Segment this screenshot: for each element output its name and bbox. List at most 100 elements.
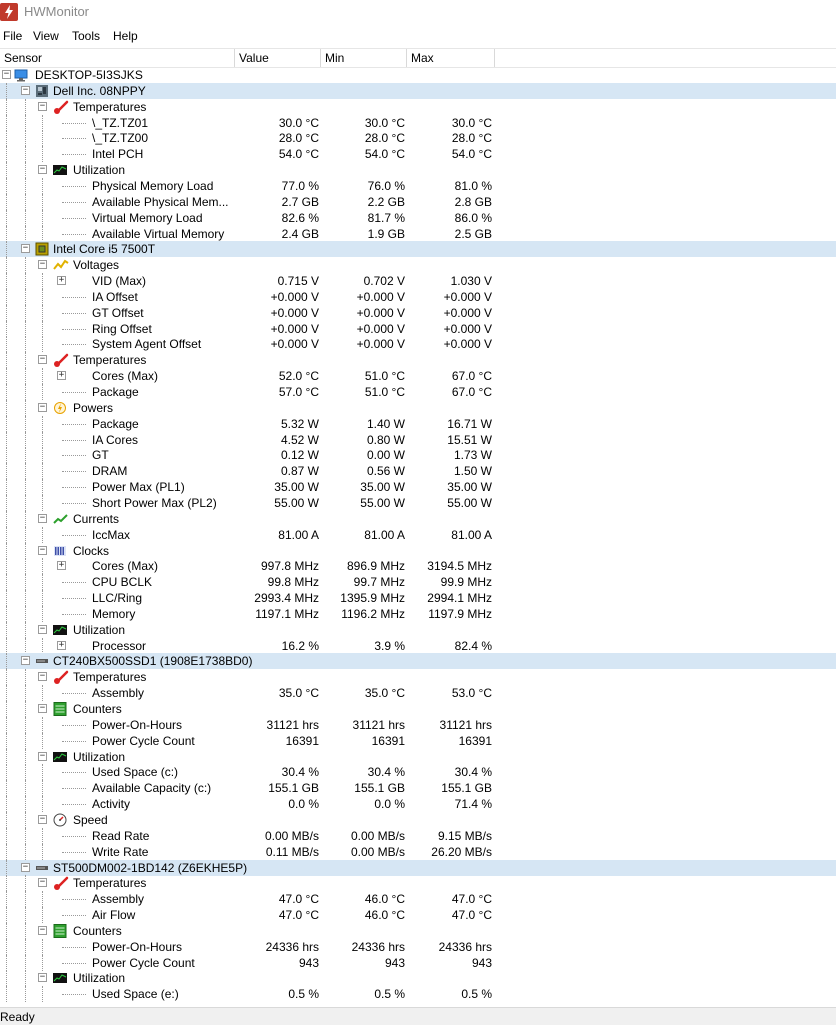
collapse-icon[interactable]: − bbox=[38, 973, 47, 983]
group-row-temperatures[interactable]: − Temperatures bbox=[0, 352, 836, 369]
sensor-row-power-on-hours[interactable]: Power-On-Hours 31121 hrs 31121 hrs 31121 hr… bbox=[0, 716, 836, 733]
sensor-row-ring-offset[interactable]: Ring Offset +0.000 V +0.000 V +0.000 V bbox=[0, 320, 836, 337]
collapse-icon[interactable]: − bbox=[38, 165, 47, 175]
collapse-icon[interactable]: − bbox=[38, 925, 47, 935]
sensor-row-physical-memory-load[interactable]: Physical Memory Load 77.0 % 76.0 % 81.0 % bbox=[0, 177, 836, 194]
sensor-row-assembly[interactable]: Assembly 47.0 °C 46.0 °C 47.0 °C bbox=[0, 891, 836, 908]
sensor-row-memory[interactable]: Memory 1197.1 MHz 1196.2 MHz 1197.9 MHz bbox=[0, 605, 836, 622]
collapse-icon[interactable]: − bbox=[38, 814, 47, 824]
sensor-row-virtual-memory-load[interactable]: Virtual Memory Load 82.6 % 81.7 % 86.0 % bbox=[0, 209, 836, 226]
sensor-row-available-capacity-c[interactable]: Available Capacity (c:) 155.1 GB 155.1 GB 1… bbox=[0, 780, 836, 797]
tree-connector bbox=[62, 487, 86, 489]
sensor-row-gt-offset[interactable]: GT Offset +0.000 V +0.000 V +0.000 V bbox=[0, 304, 836, 321]
sensor-row-power-cycle-count[interactable]: Power Cycle Count 16391 16391 16391 bbox=[0, 732, 836, 749]
expand-icon[interactable]: + bbox=[57, 640, 66, 650]
sensor-row-cpu-bclk[interactable]: CPU BCLK 99.8 MHz 99.7 MHz 99.9 MHz bbox=[0, 574, 836, 591]
sensor-row-gt[interactable]: GT 0.12 W 0.00 W 1.73 W bbox=[0, 447, 836, 464]
sensor-row-iccmax[interactable]: IccMax 81.00 A 81.00 A 81.00 A bbox=[0, 526, 836, 543]
sensor-row-ia-cores[interactable]: IA Cores 4.52 W 0.80 W 15.51 W bbox=[0, 431, 836, 448]
collapse-icon[interactable]: − bbox=[38, 751, 47, 761]
column-header-max[interactable]: Max bbox=[407, 49, 495, 67]
sensor-row-short-power-max-pl2[interactable]: Short Power Max (PL2) 55.00 W 55.00 W 55.00… bbox=[0, 494, 836, 511]
sensor-value: 0.715 V bbox=[277, 274, 319, 289]
collapse-icon[interactable]: − bbox=[38, 101, 47, 111]
utilization-icon bbox=[53, 163, 67, 177]
sensor-row-available-virtual-memory[interactable]: Available Virtual Memory 2.4 GB 1.9 GB 2.5 … bbox=[0, 225, 836, 242]
group-row-temperatures[interactable]: − Temperatures bbox=[0, 98, 836, 115]
collapse-icon[interactable]: − bbox=[38, 545, 47, 555]
menu-file[interactable]: File bbox=[3, 29, 22, 43]
group-row-utilization[interactable]: − Utilization bbox=[0, 970, 836, 987]
device-name: CT240BX500SSD1 (1908E1738BD0) bbox=[53, 654, 253, 669]
sensor-min: 3.9 % bbox=[374, 638, 405, 653]
sensor-row-power-on-hours[interactable]: Power-On-Hours 24336 hrs 24336 hrs 24336 hr… bbox=[0, 938, 836, 955]
sensor-row-read-rate[interactable]: Read Rate 0.00 MB/s 0.00 MB/s 9.15 MB/s bbox=[0, 827, 836, 844]
column-header-min[interactable]: Min bbox=[321, 49, 407, 67]
group-row-utilization[interactable]: − Utilization bbox=[0, 621, 836, 638]
sensor-row-package[interactable]: Package 5.32 W 1.40 W 16.71 W bbox=[0, 415, 836, 432]
collapse-icon[interactable]: − bbox=[38, 878, 47, 888]
collapse-icon[interactable]: − bbox=[38, 624, 47, 634]
sensor-row-tz-tz01[interactable]: \_TZ.TZ01 30.0 °C 30.0 °C 30.0 °C bbox=[0, 114, 836, 131]
tree-guide bbox=[25, 526, 26, 543]
sensor-min: 1196.2 MHz bbox=[341, 606, 405, 621]
sensor-row-llc-ring[interactable]: LLC/Ring 2993.4 MHz 1395.9 MHz 2994.1 MHz bbox=[0, 590, 836, 607]
sensor-row-power-max-pl1[interactable]: Power Max (PL1) 35.00 W 35.00 W 35.00 W bbox=[0, 479, 836, 496]
collapse-icon[interactable]: − bbox=[21, 244, 30, 254]
sensor-row-package[interactable]: Package 57.0 °C 51.0 °C 67.0 °C bbox=[0, 384, 836, 400]
group-row-speed[interactable]: − Speed bbox=[0, 811, 836, 828]
sensor-row-used-space-c[interactable]: Used Space (c:) 30.4 % 30.4 % 30.4 % bbox=[0, 764, 836, 781]
sensor-row-assembly[interactable]: Assembly 35.0 °C 35.0 °C 53.0 °C bbox=[0, 685, 836, 702]
menu-tools[interactable]: Tools bbox=[72, 29, 100, 43]
sensor-row-air-flow[interactable]: Air Flow 47.0 °C 46.0 °C 47.0 °C bbox=[0, 907, 836, 924]
collapse-icon[interactable]: − bbox=[21, 85, 30, 95]
group-row-powers[interactable]: − Powers bbox=[0, 399, 836, 416]
menu-help[interactable]: Help bbox=[113, 29, 138, 43]
sensor-row-system-agent-offset[interactable]: System Agent Offset +0.000 V +0.000 V +0.00… bbox=[0, 336, 836, 353]
sensor-row-write-rate[interactable]: Write Rate 0.11 MB/s 0.00 MB/s 26.20 MB/s bbox=[0, 843, 836, 860]
sensor-row-intel-pch[interactable]: Intel PCH 54.0 °C 54.0 °C 54.0 °C bbox=[0, 146, 836, 163]
device-row[interactable]: − Intel Core i5 7500T bbox=[0, 241, 836, 258]
collapse-icon[interactable]: − bbox=[38, 513, 47, 523]
group-row-voltages[interactable]: − Voltages bbox=[0, 257, 836, 274]
collapse-icon[interactable]: − bbox=[2, 70, 11, 79]
sensor-row-cores-max[interactable]: + Cores (Max) 52.0 °C 51.0 °C 67.0 °C bbox=[0, 368, 836, 385]
group-row-temperatures[interactable]: − Temperatures bbox=[0, 875, 836, 892]
collapse-icon[interactable]: − bbox=[38, 704, 47, 713]
sensor-row-used-space-e[interactable]: Used Space (e:) 0.5 % 0.5 % 0.5 % bbox=[0, 986, 836, 1003]
group-row-temperatures[interactable]: − Temperatures bbox=[0, 669, 836, 686]
expand-icon[interactable]: + bbox=[57, 561, 66, 571]
sensor-row-power-cycle-count[interactable]: Power Cycle Count 943 943 943 bbox=[0, 954, 836, 971]
group-row-clocks[interactable]: − Clocks bbox=[0, 542, 836, 559]
group-row-counters[interactable]: − Counters bbox=[0, 922, 836, 939]
collapse-icon[interactable]: − bbox=[21, 656, 30, 666]
menu-view[interactable]: View bbox=[33, 29, 59, 43]
column-header-value[interactable]: Value bbox=[235, 49, 321, 67]
expand-icon[interactable]: + bbox=[57, 371, 66, 381]
sensor-row-tz-tz00[interactable]: \_TZ.TZ00 28.0 °C 28.0 °C 28.0 °C bbox=[0, 130, 836, 147]
collapse-icon[interactable]: − bbox=[38, 355, 47, 365]
collapse-icon[interactable]: − bbox=[38, 402, 47, 412]
group-row-counters[interactable]: − Counters bbox=[0, 701, 836, 717]
device-row[interactable]: − CT240BX500SSD1 (1908E1738BD0) bbox=[0, 653, 836, 670]
sensor-tree[interactable]: − DESKTOP-5I3SJKS − Dell Inc. 08NPPY − Temper… bbox=[0, 67, 836, 1007]
column-header-sensor[interactable]: Sensor bbox=[0, 49, 235, 67]
sensor-row-ia-offset[interactable]: IA Offset +0.000 V +0.000 V +0.000 V bbox=[0, 288, 836, 305]
sensor-row-vid-max[interactable]: + VID (Max) 0.715 V 0.702 V 1.030 V bbox=[0, 273, 836, 290]
device-row[interactable]: − ST500DM002-1BD142 (Z6EKHE5P) bbox=[0, 859, 836, 876]
sensor-row-cores-max[interactable]: + Cores (Max) 997.8 MHz 896.9 MHz 3194.5 MHz bbox=[0, 558, 836, 575]
group-row-currents[interactable]: − Currents bbox=[0, 510, 836, 527]
sensor-row-available-physical-mem[interactable]: Available Physical Mem... 2.7 GB 2.2 GB 2.8… bbox=[0, 193, 836, 210]
sensor-max: 86.0 % bbox=[454, 210, 492, 225]
root-row[interactable]: − DESKTOP-5I3SJKS bbox=[0, 67, 836, 83]
sensor-row-activity[interactable]: Activity 0.0 % 0.0 % 71.4 % bbox=[0, 796, 836, 813]
sensor-row-dram[interactable]: DRAM 0.87 W 0.56 W 1.50 W bbox=[0, 463, 836, 480]
expand-icon[interactable]: + bbox=[57, 276, 66, 286]
group-row-utilization[interactable]: − Utilization bbox=[0, 748, 836, 765]
collapse-icon[interactable]: − bbox=[21, 862, 30, 872]
collapse-icon[interactable]: − bbox=[38, 672, 47, 682]
collapse-icon[interactable]: − bbox=[38, 260, 47, 270]
group-row-utilization[interactable]: − Utilization bbox=[0, 162, 836, 179]
sensor-row-processor[interactable]: + Processor 16.2 % 3.9 % 82.4 % bbox=[0, 637, 836, 654]
device-row[interactable]: − Dell Inc. 08NPPY bbox=[0, 82, 836, 99]
